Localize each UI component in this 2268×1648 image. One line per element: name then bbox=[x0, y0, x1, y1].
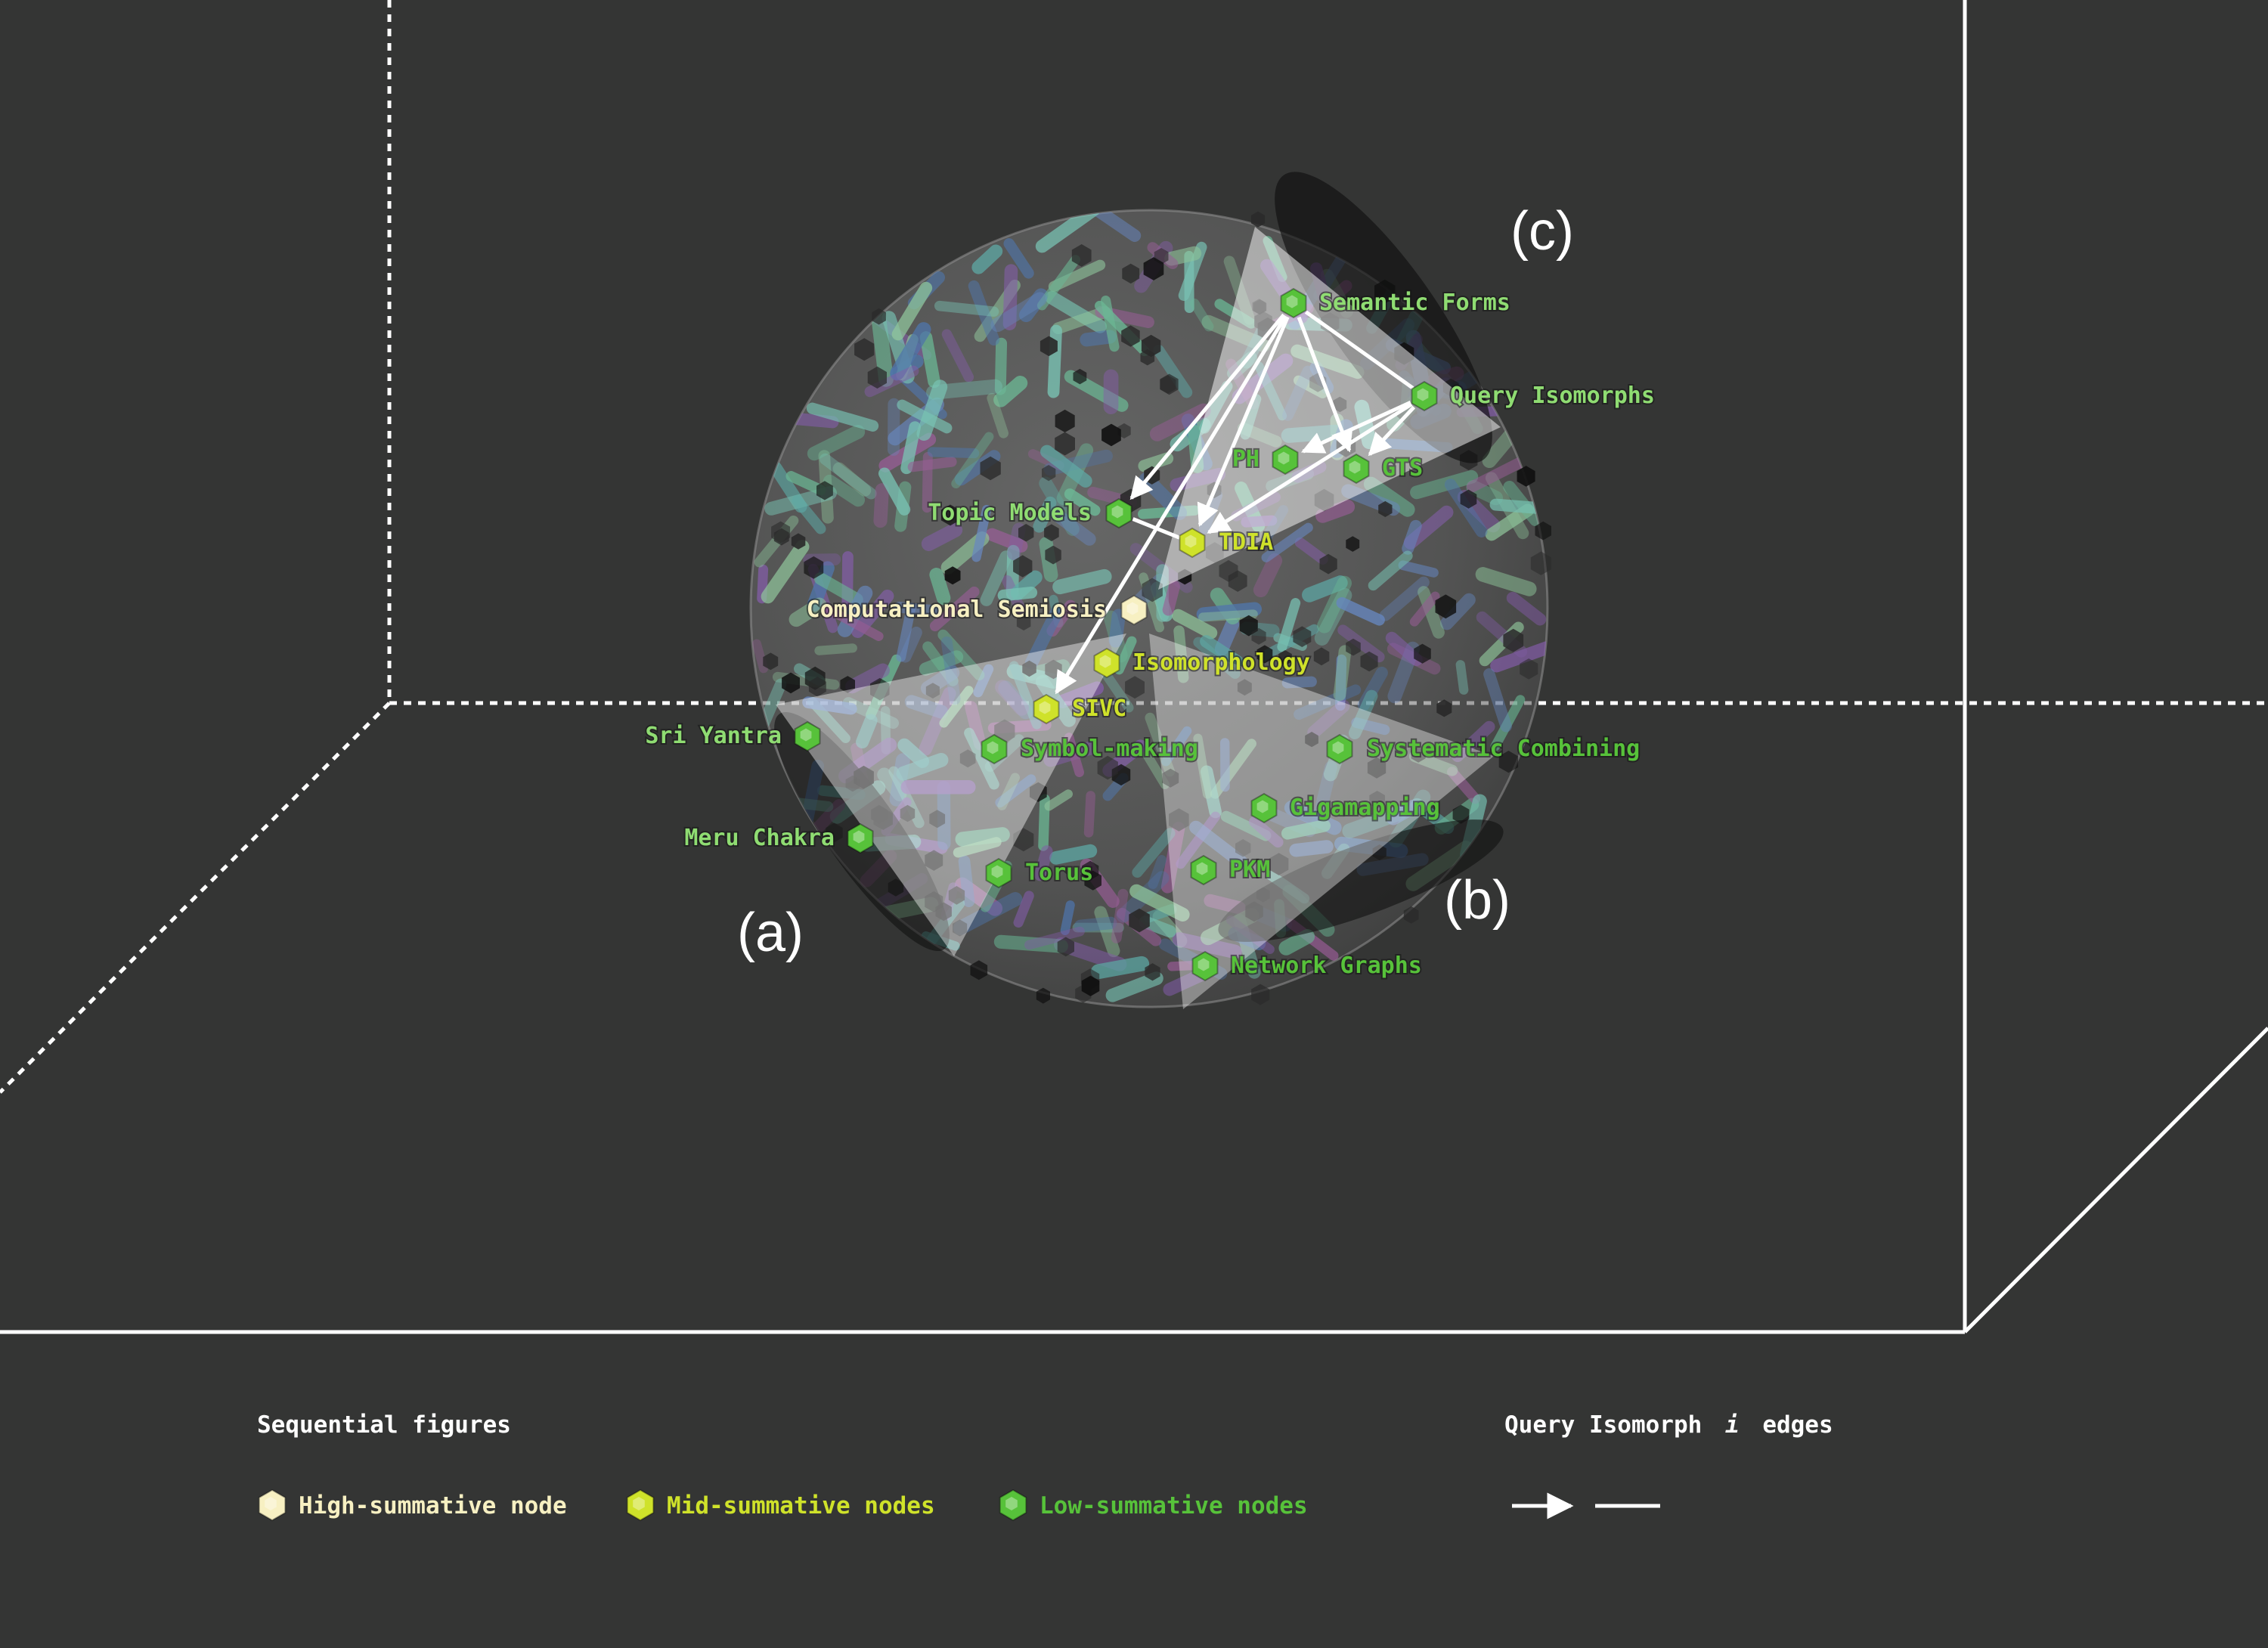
node-label-computational-semiosis: Computational Semiosis bbox=[807, 596, 1107, 623]
sphere-cylinder bbox=[1164, 246, 1202, 266]
sphere-cylinder bbox=[1083, 791, 1095, 838]
sphere-cylinder bbox=[873, 483, 889, 528]
sphere-cylinder bbox=[1198, 609, 1258, 622]
legend-edges-title-italic: i bbox=[1725, 1411, 1740, 1439]
legend-sequential-title: Sequential figures bbox=[257, 1411, 511, 1439]
sphere-cylinder bbox=[926, 379, 1002, 400]
sphere-cylinder bbox=[791, 413, 839, 429]
sphere-cylinder bbox=[1074, 916, 1117, 933]
legend-low-label: Low-summative nodes bbox=[1040, 1492, 1308, 1519]
node-label-sri-yantra: Sri Yantra bbox=[645, 723, 782, 749]
sphere-cylinder bbox=[1489, 498, 1548, 516]
node-label-pkm: PKM bbox=[1229, 857, 1270, 883]
sphere-cylinder bbox=[1052, 568, 1112, 595]
legend-edges-title-suffix: edges bbox=[1762, 1411, 1833, 1439]
low-summative-node-icon bbox=[999, 1488, 1027, 1522]
sphere-cylinder bbox=[1049, 844, 1098, 865]
node-tdia[interactable]: TDIA bbox=[1179, 527, 1275, 559]
node-label-query-isomorphs: Query Isomorphs bbox=[1450, 383, 1655, 409]
sphere-cylinder bbox=[1080, 330, 1117, 347]
node-label-meru-chakra: Meru Chakra bbox=[684, 825, 835, 851]
sphere-cylinder bbox=[1162, 581, 1180, 616]
sphere-cylinder bbox=[907, 457, 957, 472]
legend-edges-title-prefix: Query Isomorph bbox=[1504, 1411, 1702, 1439]
sphere-cylinder bbox=[1060, 900, 1075, 936]
sphere-cylinder bbox=[997, 586, 1038, 602]
sphere-cylinder bbox=[1278, 929, 1315, 956]
front-right-diagonal-edge bbox=[1963, 1027, 2268, 1334]
node-label-tdia: TDIA bbox=[1219, 529, 1273, 556]
sphere-cylinder bbox=[927, 447, 980, 459]
network-diagram: Semantic Forms Query Isomorphs PH GTS Topic … bbox=[0, 0, 2268, 1522]
node-torus[interactable]: Torus bbox=[985, 857, 1095, 889]
node-label-systematic-combining: Systematic Combining bbox=[1367, 736, 1640, 762]
node-systematic-combining[interactable]: Systematic Combining bbox=[1326, 733, 1641, 765]
node-label-sivc: SIVC bbox=[1072, 695, 1126, 722]
sphere-cylinder bbox=[1402, 519, 1422, 555]
node-label-torus: Torus bbox=[1025, 860, 1093, 886]
legend-high-label: High-summative node bbox=[299, 1492, 567, 1519]
node-label-gts: GTS bbox=[1382, 455, 1423, 482]
node-label-topic-models: Topic Models bbox=[928, 500, 1092, 526]
node-label-symbol-making: Symbol-making bbox=[1021, 736, 1198, 762]
panel-label-b: (b) bbox=[1444, 870, 1510, 931]
sphere-cylinder bbox=[1111, 888, 1129, 943]
sphere-cylinder bbox=[1007, 522, 1026, 560]
sphere-cylinder bbox=[934, 300, 999, 317]
node-label-ph: PH bbox=[1232, 446, 1259, 472]
legend-mid-label: Mid-summative nodes bbox=[667, 1492, 935, 1519]
sphere-cylinder bbox=[1091, 956, 1150, 980]
sphere-cylinder bbox=[919, 331, 940, 389]
sphere-cylinder bbox=[1333, 645, 1352, 702]
floor-diagonal-edge bbox=[0, 702, 391, 1094]
sphere-cylinder bbox=[814, 643, 857, 655]
sphere-cylinder bbox=[1281, 676, 1317, 689]
panel-label-c: (c) bbox=[1510, 201, 1574, 262]
node-pkm[interactable]: PKM bbox=[1190, 854, 1272, 886]
panel-label-a: (a) bbox=[737, 903, 804, 963]
sphere-cylinder bbox=[1455, 660, 1469, 695]
node-gts[interactable]: GTS bbox=[1343, 453, 1424, 485]
node-label-semantic-forms: Semantic Forms bbox=[1319, 290, 1510, 316]
legend: Sequential figures High-summative node M… bbox=[257, 1411, 1833, 1522]
node-sivc[interactable]: SIVC bbox=[1033, 693, 1128, 725]
mid-summative-node-icon bbox=[626, 1488, 655, 1522]
node-computational-semiosis[interactable]: Computational Semiosis bbox=[805, 594, 1148, 626]
sphere-cylinder bbox=[929, 568, 951, 606]
node-label-isomorphology: Isomorphology bbox=[1132, 649, 1310, 676]
high-summative-node-icon bbox=[258, 1488, 287, 1522]
node-label-gigamapping: Gigamapping bbox=[1290, 795, 1440, 821]
node-label-network-graphs: Network Graphs bbox=[1231, 953, 1422, 979]
legend-edges-title: Query Isomorph i edges bbox=[1504, 1411, 1833, 1439]
